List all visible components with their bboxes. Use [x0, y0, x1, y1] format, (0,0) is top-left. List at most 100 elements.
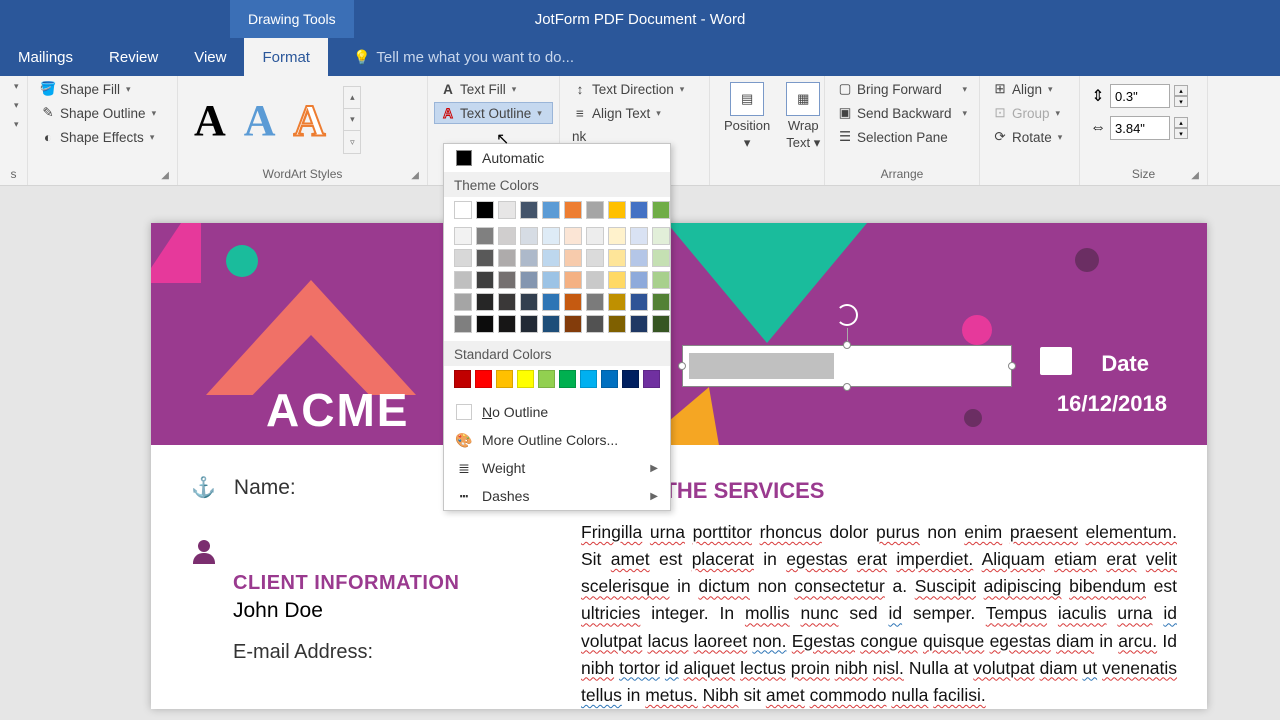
color-swatch[interactable]: [630, 249, 648, 267]
color-swatch[interactable]: [538, 370, 555, 388]
color-swatch[interactable]: [652, 271, 670, 289]
height-spinner[interactable]: ▴▾: [1174, 85, 1188, 107]
color-swatch[interactable]: [542, 249, 560, 267]
color-swatch[interactable]: [476, 293, 494, 311]
shape-height-input[interactable]: [1110, 84, 1170, 108]
resize-handle[interactable]: [1008, 362, 1016, 370]
color-swatch[interactable]: [475, 370, 492, 388]
color-swatch[interactable]: [559, 370, 576, 388]
color-swatch[interactable]: [652, 249, 670, 267]
no-outline-item[interactable]: NNo Outlineo Outline: [444, 398, 670, 426]
color-swatch[interactable]: [476, 227, 494, 245]
color-swatch[interactable]: [520, 271, 538, 289]
color-swatch[interactable]: [652, 293, 670, 311]
color-swatch[interactable]: [652, 315, 670, 333]
resize-handle[interactable]: [678, 362, 686, 370]
color-swatch[interactable]: [601, 370, 618, 388]
color-swatch[interactable]: [586, 271, 604, 289]
color-swatch[interactable]: [498, 249, 516, 267]
gallery-scroll[interactable]: ▴▾▿: [343, 86, 361, 154]
color-swatch[interactable]: [564, 201, 582, 219]
color-swatch[interactable]: [630, 271, 648, 289]
wordart-gallery[interactable]: A A A ▴▾▿: [184, 78, 421, 162]
color-swatch[interactable]: [520, 201, 538, 219]
color-swatch[interactable]: [454, 271, 472, 289]
align-text-button[interactable]: ≡Align Text▾: [566, 102, 703, 124]
color-swatch[interactable]: [498, 315, 516, 333]
size-launcher[interactable]: ◢: [1191, 170, 1199, 181]
color-swatch[interactable]: [564, 227, 582, 245]
edit-shape-dropdown[interactable]: ▾: [6, 78, 21, 95]
color-swatch[interactable]: [520, 227, 538, 245]
color-swatch[interactable]: [580, 370, 597, 388]
color-swatch[interactable]: [652, 201, 670, 219]
tab-format[interactable]: Format: [244, 38, 328, 76]
selection-pane-button[interactable]: ☰Selection Pane: [831, 126, 973, 148]
color-swatch[interactable]: [542, 271, 560, 289]
send-backward-button[interactable]: ▣Send Backward▾: [831, 102, 973, 124]
wrap-text-button[interactable]: ▦ WrapText ▾: [778, 78, 828, 155]
shape-effects-button[interactable]: ◐Shape Effects▾: [34, 126, 171, 148]
width-spinner[interactable]: ▴▾: [1174, 117, 1188, 139]
color-swatch[interactable]: [476, 315, 494, 333]
bring-forward-button[interactable]: ▢Bring Forward▾: [831, 78, 973, 100]
color-swatch[interactable]: [608, 293, 626, 311]
color-swatch[interactable]: [454, 293, 472, 311]
color-swatch[interactable]: [622, 370, 639, 388]
color-swatch[interactable]: [476, 201, 494, 219]
more-outline-colors-item[interactable]: 🎨 More Outline Colors...: [444, 426, 670, 454]
color-swatch[interactable]: [498, 293, 516, 311]
color-swatch[interactable]: [564, 293, 582, 311]
rotate-handle[interactable]: [836, 304, 858, 326]
selected-textbox[interactable]: [682, 345, 1012, 387]
color-swatch[interactable]: [454, 315, 472, 333]
insert-shapes-dropdown[interactable]: ▾: [6, 116, 21, 133]
color-swatch[interactable]: [520, 249, 538, 267]
tab-view[interactable]: View: [176, 38, 244, 76]
color-swatch[interactable]: [586, 227, 604, 245]
wordart-style-1[interactable]: A: [194, 95, 226, 146]
shape-width-input[interactable]: [1110, 116, 1170, 140]
tab-mailings[interactable]: Mailings: [0, 38, 91, 76]
color-swatch[interactable]: [630, 315, 648, 333]
shape-outline-button[interactable]: ✎Shape Outline▾: [34, 102, 171, 124]
color-swatch[interactable]: [454, 370, 471, 388]
draw-textbox-dropdown[interactable]: ▾: [6, 97, 21, 114]
color-swatch[interactable]: [586, 293, 604, 311]
shape-styles-launcher[interactable]: ◢: [34, 181, 171, 183]
color-swatch[interactable]: [608, 271, 626, 289]
wordart-launcher[interactable]: ◢: [411, 170, 419, 181]
textbox-content-area[interactable]: [689, 353, 834, 379]
automatic-color-item[interactable]: Automatic: [444, 144, 670, 172]
resize-handle[interactable]: [843, 383, 851, 391]
color-swatch[interactable]: [630, 293, 648, 311]
tab-review[interactable]: Review: [91, 38, 176, 76]
color-swatch[interactable]: [564, 315, 582, 333]
color-swatch[interactable]: [498, 227, 516, 245]
color-swatch[interactable]: [542, 293, 560, 311]
color-swatch[interactable]: [643, 370, 660, 388]
shape-fill-button[interactable]: 🪣Shape Fill▾: [34, 78, 171, 100]
color-swatch[interactable]: [564, 249, 582, 267]
color-swatch[interactable]: [520, 315, 538, 333]
color-swatch[interactable]: [542, 201, 560, 219]
color-swatch[interactable]: [608, 315, 626, 333]
position-button[interactable]: ▤ Position▾: [716, 78, 778, 155]
align-button[interactable]: ⊞Align▾: [986, 78, 1073, 100]
color-swatch[interactable]: [498, 271, 516, 289]
color-swatch[interactable]: [564, 271, 582, 289]
color-swatch[interactable]: [586, 201, 604, 219]
resize-handle[interactable]: [843, 341, 851, 349]
wordart-style-2[interactable]: A: [244, 95, 276, 146]
color-swatch[interactable]: [586, 315, 604, 333]
text-direction-button[interactable]: ↕Text Direction▾: [566, 78, 703, 100]
color-swatch[interactable]: [630, 227, 648, 245]
color-swatch[interactable]: [454, 249, 472, 267]
color-swatch[interactable]: [652, 227, 670, 245]
rotate-button[interactable]: ⟳Rotate▾: [986, 126, 1073, 148]
color-swatch[interactable]: [520, 293, 538, 311]
color-swatch[interactable]: [542, 315, 560, 333]
wordart-style-3[interactable]: A: [294, 95, 326, 146]
color-swatch[interactable]: [586, 249, 604, 267]
color-swatch[interactable]: [454, 201, 472, 219]
